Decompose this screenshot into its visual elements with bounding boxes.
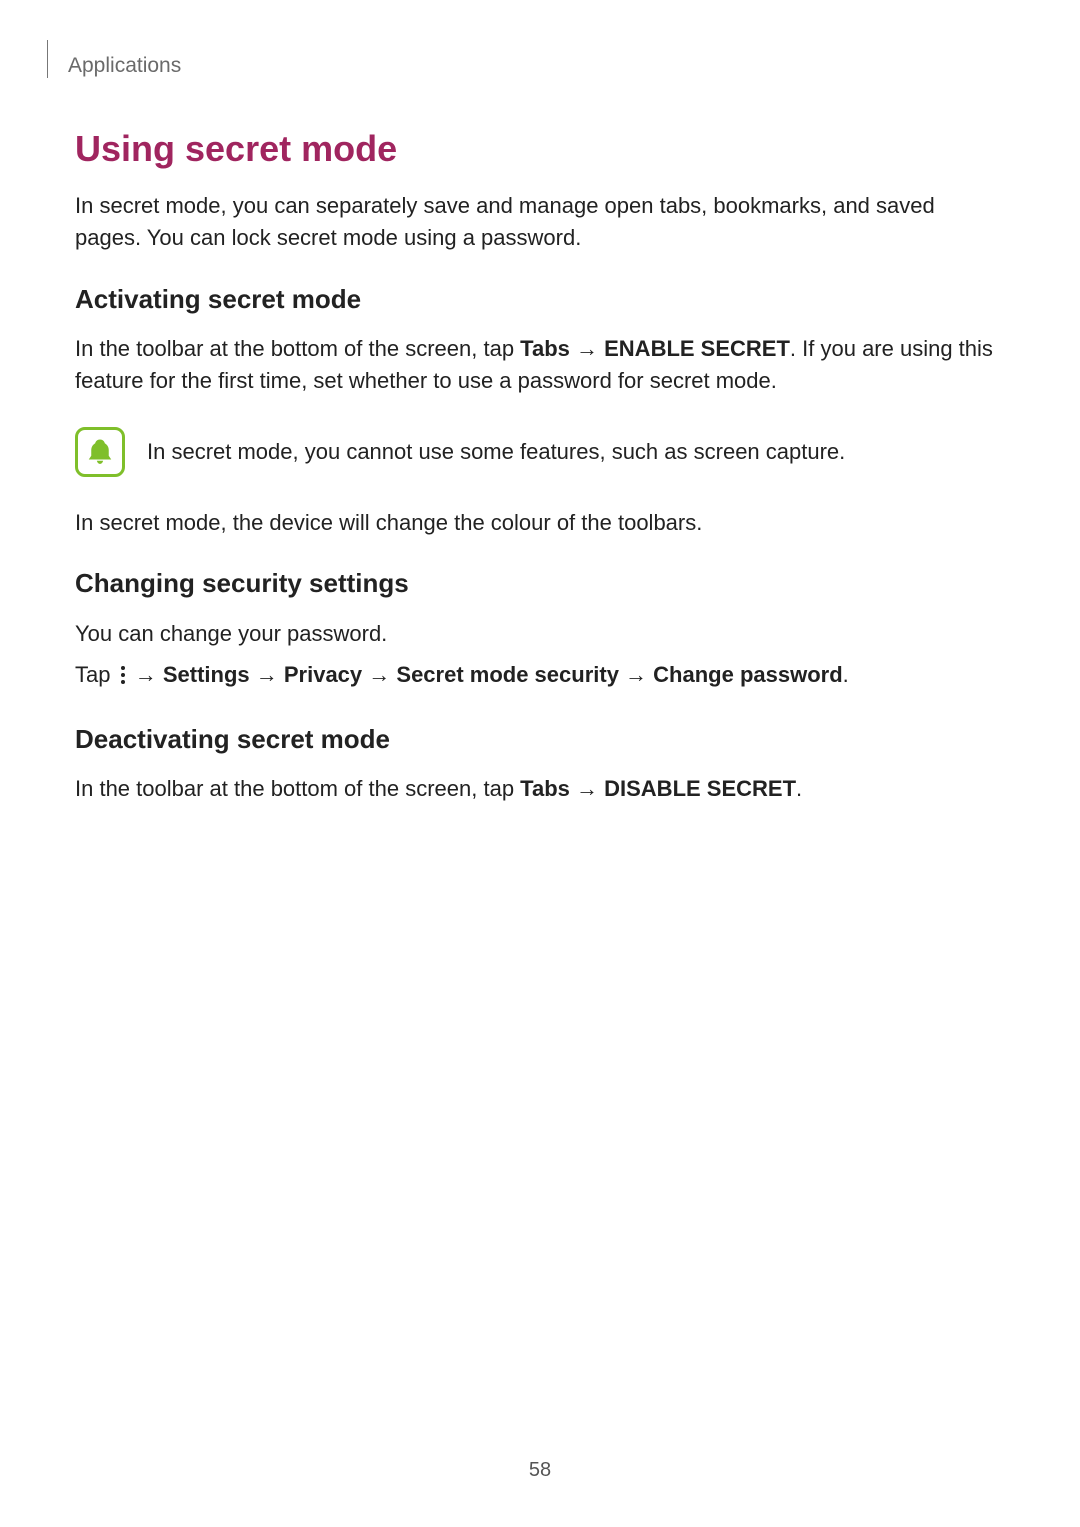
period: .	[843, 662, 849, 687]
section-activating-title: Activating secret mode	[75, 284, 1005, 315]
settings-label: Settings	[163, 662, 250, 687]
section-deactivating-title: Deactivating secret mode	[75, 724, 1005, 755]
secret-mode-security-label: Secret mode security	[396, 662, 619, 687]
period: .	[796, 776, 802, 801]
more-options-icon	[119, 661, 127, 694]
breadcrumb-container: Applications	[47, 40, 1005, 78]
arrow-icon: →	[129, 662, 163, 687]
section-security-title: Changing security settings	[75, 568, 1005, 599]
text-fragment: In the toolbar at the bottom of the scre…	[75, 776, 520, 801]
arrow-icon: →	[250, 662, 284, 687]
tabs-label: Tabs	[520, 336, 570, 361]
note-text: In secret mode, you cannot use some feat…	[147, 436, 845, 468]
arrow-icon: →	[570, 776, 604, 801]
activating-paragraph: In the toolbar at the bottom of the scre…	[75, 333, 1005, 397]
after-note-paragraph: In secret mode, the device will change t…	[75, 507, 1005, 539]
intro-paragraph: In secret mode, you can separately save …	[75, 190, 1005, 254]
privacy-label: Privacy	[284, 662, 362, 687]
arrow-icon: →	[619, 662, 653, 687]
disable-secret-label: DISABLE SECRET	[604, 776, 796, 801]
security-path: Tap → Settings → Privacy → Secret mode s…	[75, 658, 1005, 694]
note-callout: In secret mode, you cannot use some feat…	[75, 427, 1005, 477]
page-title: Using secret mode	[75, 128, 1005, 170]
arrow-icon: →	[570, 336, 604, 361]
change-password-label: Change password	[653, 662, 842, 687]
bell-icon	[85, 437, 115, 467]
tabs-label: Tabs	[520, 776, 570, 801]
enable-secret-label: ENABLE SECRET	[604, 336, 790, 361]
manual-page: Applications Using secret mode In secret…	[0, 0, 1080, 1527]
arrow-icon: →	[362, 662, 396, 687]
page-number: 58	[0, 1459, 1080, 1482]
security-line1: You can change your password.	[75, 617, 1005, 650]
deactivating-paragraph: In the toolbar at the bottom of the scre…	[75, 773, 1005, 805]
breadcrumb: Applications	[68, 54, 181, 78]
tap-label: Tap	[75, 662, 117, 687]
note-icon-frame	[75, 427, 125, 477]
text-fragment: In the toolbar at the bottom of the scre…	[75, 336, 520, 361]
